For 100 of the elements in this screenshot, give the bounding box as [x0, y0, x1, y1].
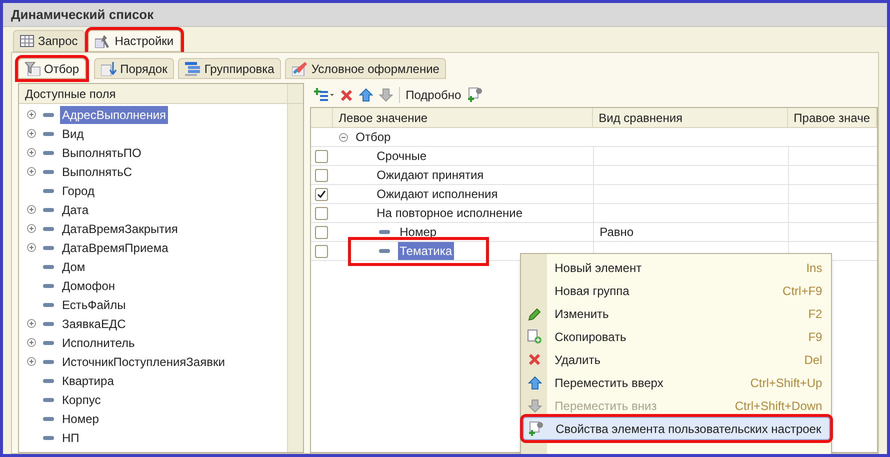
column-header: Левое значение — [332, 108, 593, 127]
tree-item[interactable]: Исполнитель — [60, 334, 137, 352]
column-header: Вид сравнения — [592, 108, 788, 127]
window-title: Динамический список — [11, 6, 154, 24]
field-icon — [43, 378, 54, 382]
checkbox[interactable] — [315, 226, 328, 238]
arrow-up-icon — [358, 88, 373, 102]
tree-item[interactable]: Квартира — [60, 372, 116, 390]
tree-item[interactable]: АдресВыполнения — [60, 106, 168, 124]
tree-item[interactable]: Дом — [60, 258, 88, 276]
tab[interactable]: Настройки — [88, 30, 181, 52]
tree-item[interactable]: Корпус — [60, 390, 103, 408]
arrow-down-icon — [528, 398, 542, 412]
wrench-icon — [94, 34, 111, 48]
collapse-icon[interactable] — [338, 132, 348, 142]
column-header: Правое значе — [788, 108, 877, 127]
arrow-up-icon — [528, 376, 542, 390]
field-icon — [43, 264, 54, 268]
table-cell-text: Отбор — [356, 129, 391, 146]
checkbox[interactable] — [315, 206, 328, 220]
tab[interactable]: Группировка — [178, 58, 282, 79]
tree-item[interactable]: Домофон — [60, 276, 118, 294]
checkbox[interactable] — [315, 150, 328, 162]
tree-item[interactable]: ЗаявкаЕДС — [60, 314, 128, 332]
delete-icon — [528, 353, 542, 366]
funnel-icon — [25, 62, 41, 76]
tab[interactable]: Отбор — [18, 58, 86, 79]
checkbox[interactable] — [315, 188, 328, 200]
grouping-icon — [185, 62, 202, 76]
column-header: Доступные поля — [24, 86, 117, 102]
menu-item[interactable]: Переместить вверх Ctrl+Shift+Up — [522, 371, 830, 394]
table-cell[interactable]: Тематика — [398, 242, 454, 260]
tree-item[interactable]: ДатаВремяПриема — [60, 238, 170, 256]
field-icon — [43, 226, 54, 230]
settings-icon — [528, 420, 544, 436]
delete-icon — [340, 88, 353, 102]
pencil-icon — [528, 306, 542, 320]
menu-item[interactable]: Новый элемент Ins — [522, 256, 830, 279]
tree-item[interactable]: НП — [60, 428, 82, 446]
field-icon — [43, 208, 54, 212]
tree-item[interactable]: Вид — [60, 124, 86, 142]
menu-item[interactable]: Изменить F2 — [522, 302, 830, 325]
field-icon — [43, 416, 54, 420]
menu-item[interactable]: Свойства элемента пользовательских настроек — [522, 417, 830, 440]
expand-icon[interactable] — [26, 224, 36, 233]
tab[interactable]: Запрос — [13, 30, 85, 52]
arrow-down-icon — [378, 88, 393, 102]
field-icon — [378, 230, 390, 234]
menu-item[interactable]: Скопировать F9 — [522, 325, 830, 348]
menu-item[interactable]: Удалить Del — [522, 348, 830, 371]
table-cell-text: Ожидают принятия — [376, 167, 484, 184]
checkbox[interactable] — [315, 244, 328, 258]
field-icon — [43, 246, 54, 250]
field-icon — [43, 112, 54, 116]
check-icon — [317, 190, 326, 198]
sort-icon — [101, 62, 118, 76]
tree-item[interactable]: ВыполнятьС — [60, 162, 134, 180]
tree-item[interactable]: Номер — [60, 410, 101, 428]
brush-icon — [292, 62, 308, 76]
table-cell[interactable]: Номер — [398, 223, 439, 241]
expand-icon[interactable] — [26, 129, 36, 138]
field-icon — [43, 398, 54, 402]
expand-icon[interactable] — [26, 148, 36, 157]
details-button[interactable]: Подробно — [406, 86, 462, 104]
tree-item[interactable]: Город — [60, 182, 96, 200]
field-icon — [43, 150, 54, 154]
field-icon — [378, 249, 390, 253]
tree-item[interactable]: ЕстьФайлы — [60, 296, 128, 314]
tree-item[interactable]: ИсточникПоступленияЗаявки — [60, 352, 227, 370]
expand-icon[interactable] — [26, 319, 36, 328]
field-icon — [43, 340, 54, 344]
table-cell-text: На повторное исполнение — [376, 205, 523, 222]
tab[interactable]: Условное оформление — [285, 58, 446, 79]
tab[interactable]: Порядок — [94, 58, 174, 79]
tree-item[interactable]: ДатаВремяЗакрытия — [60, 220, 180, 238]
expand-icon[interactable] — [26, 167, 36, 176]
field-icon — [43, 302, 54, 306]
table-cell-text: Срочные — [376, 148, 427, 165]
settings-icon — [467, 87, 484, 103]
table-cell-text: Ожидают исполнения — [376, 186, 498, 203]
tree-item[interactable]: ВыполнятьПО — [60, 144, 144, 162]
field-icon — [43, 132, 54, 136]
field-icon — [43, 284, 54, 288]
table-icon — [20, 35, 34, 47]
copy-icon — [527, 329, 542, 344]
expand-icon[interactable] — [26, 338, 36, 347]
field-icon — [43, 188, 54, 192]
checkbox[interactable] — [315, 168, 328, 182]
expand-icon[interactable] — [26, 357, 36, 366]
table-cell-text: Равно — [600, 224, 634, 241]
expand-icon[interactable] — [26, 243, 36, 252]
field-icon — [43, 436, 54, 440]
expand-icon[interactable] — [26, 205, 36, 214]
expand-icon[interactable] — [26, 110, 36, 119]
menu-item[interactable]: Новая группа Ctrl+F9 — [522, 279, 830, 302]
tree-item[interactable]: Дата — [60, 200, 91, 218]
field-icon — [43, 360, 54, 364]
field-icon — [43, 322, 54, 326]
add-icon[interactable] — [314, 88, 334, 102]
field-icon — [43, 170, 54, 174]
